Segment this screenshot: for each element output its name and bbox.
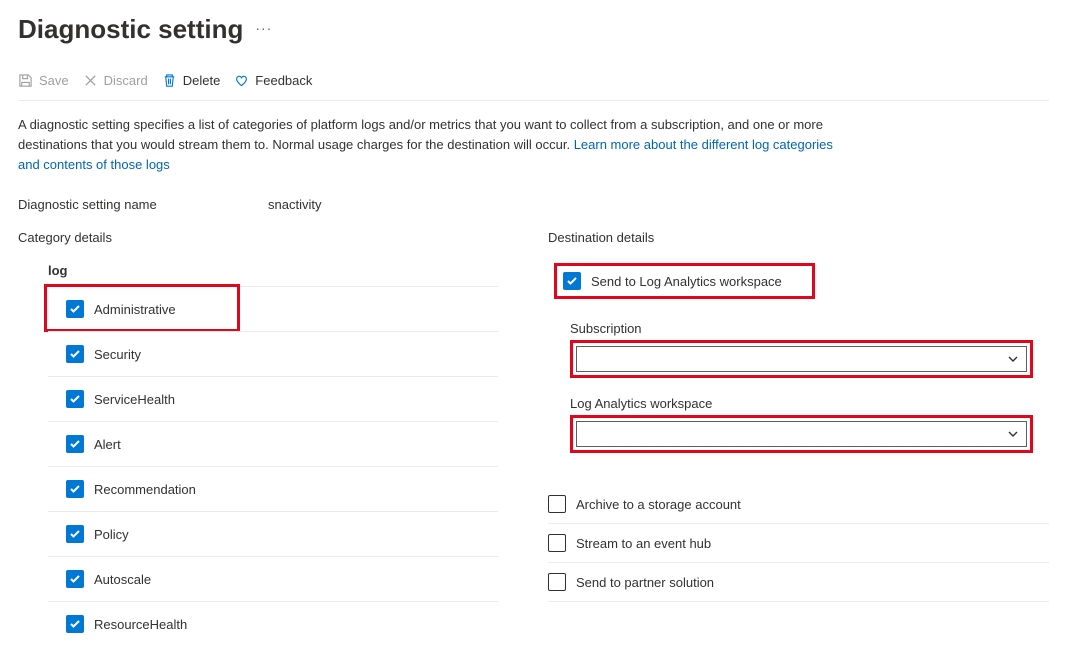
category-row-inner: Security	[48, 331, 498, 376]
check-icon	[69, 483, 81, 495]
chevron-down-icon	[1006, 352, 1020, 366]
category-label: Policy	[94, 527, 129, 542]
category-label: Autoscale	[94, 572, 151, 587]
category-checkbox[interactable]	[66, 480, 84, 498]
save-icon	[18, 73, 33, 88]
feedback-button[interactable]: Feedback	[234, 73, 312, 88]
delete-icon	[162, 73, 177, 88]
category-row: Alert	[48, 421, 498, 466]
discard-icon	[83, 73, 98, 88]
category-details-title: Category details	[18, 230, 548, 245]
heart-icon	[234, 73, 249, 88]
category-list: Administrative Security ServiceHealth Alert…	[48, 286, 498, 646]
workspace-label: Log Analytics workspace	[570, 396, 1033, 411]
category-details-column: Category details log Administrative Secur…	[18, 230, 548, 646]
category-checkbox[interactable]	[66, 615, 84, 633]
category-row: Administrative	[48, 286, 498, 331]
dest-archive-row: Archive to a storage account	[548, 485, 1049, 524]
chevron-down-icon	[1006, 427, 1020, 441]
dest-archive-label: Archive to a storage account	[576, 497, 741, 512]
dest-log-analytics-sub: Subscription Log Analytics workspace	[554, 299, 1043, 459]
check-icon	[69, 393, 81, 405]
category-row: Recommendation	[48, 466, 498, 511]
toolbar: Save Discard Delete Feedback	[18, 63, 1049, 101]
check-icon	[566, 275, 578, 287]
category-row: Policy	[48, 511, 498, 556]
dest-eventhub-label: Stream to an event hub	[576, 536, 711, 551]
check-icon	[69, 573, 81, 585]
category-row-inner: ServiceHealth	[48, 376, 498, 421]
category-label: ResourceHealth	[94, 617, 187, 632]
category-row: Autoscale	[48, 556, 498, 601]
page-title: Diagnostic setting	[18, 14, 243, 45]
dest-log-analytics-highlight: Send to Log Analytics workspace	[554, 263, 815, 299]
subscription-highlight	[570, 340, 1033, 378]
workspace-select[interactable]	[576, 421, 1027, 447]
category-checkbox[interactable]	[66, 570, 84, 588]
dest-partner-label: Send to partner solution	[576, 575, 714, 590]
category-row: Security	[48, 331, 498, 376]
check-icon	[69, 528, 81, 540]
subscription-select[interactable]	[576, 346, 1027, 372]
dest-archive-checkbox[interactable]	[548, 495, 566, 513]
category-checkbox[interactable]	[66, 345, 84, 363]
setting-name-row: Diagnostic setting name snactivity	[18, 183, 1049, 230]
more-icon[interactable]: ···	[255, 20, 272, 40]
log-heading: log	[18, 263, 548, 286]
workspace-highlight	[570, 415, 1033, 453]
destination-details-column: Destination details Send to Log Analytic…	[548, 230, 1049, 602]
category-checkbox[interactable]	[66, 525, 84, 543]
dest-eventhub-row: Stream to an event hub	[548, 524, 1049, 563]
category-row-inner: Recommendation	[48, 466, 498, 511]
discard-button[interactable]: Discard	[83, 73, 148, 88]
check-icon	[69, 618, 81, 630]
subscription-label: Subscription	[570, 321, 1033, 336]
check-icon	[69, 438, 81, 450]
setting-name-label: Diagnostic setting name	[18, 197, 268, 212]
dest-log-analytics-label: Send to Log Analytics workspace	[591, 274, 782, 289]
delete-button[interactable]: Delete	[162, 73, 221, 88]
dest-partner-checkbox[interactable]	[548, 573, 566, 591]
destination-details-title: Destination details	[548, 230, 1049, 245]
category-checkbox[interactable]	[66, 300, 84, 318]
intro-text: A diagnostic setting specifies a list of…	[18, 101, 848, 183]
category-checkbox[interactable]	[66, 435, 84, 453]
category-label: Alert	[94, 437, 121, 452]
check-icon	[69, 348, 81, 360]
dest-log-analytics-checkbox[interactable]	[563, 272, 581, 290]
category-row-inner: Policy	[48, 511, 498, 556]
category-label: Administrative	[94, 302, 176, 317]
dest-log-analytics-block: Send to Log Analytics workspace Subscrip…	[548, 263, 1049, 459]
dest-partner-row: Send to partner solution	[548, 563, 1049, 602]
category-row-inner: Autoscale	[48, 556, 498, 601]
page-header: Diagnostic setting ···	[18, 0, 1049, 63]
category-row-inner: ResourceHealth	[48, 601, 498, 646]
dest-eventhub-checkbox[interactable]	[548, 534, 566, 552]
category-label: ServiceHealth	[94, 392, 175, 407]
category-label: Recommendation	[94, 482, 196, 497]
save-button[interactable]: Save	[18, 73, 69, 88]
category-label: Security	[94, 347, 141, 362]
setting-name-value: snactivity	[268, 197, 321, 212]
category-checkbox[interactable]	[66, 390, 84, 408]
category-row-inner: Administrative	[48, 286, 498, 331]
category-row: ResourceHealth	[48, 601, 498, 646]
check-icon	[69, 303, 81, 315]
category-row-inner: Alert	[48, 421, 498, 466]
category-row: ServiceHealth	[48, 376, 498, 421]
